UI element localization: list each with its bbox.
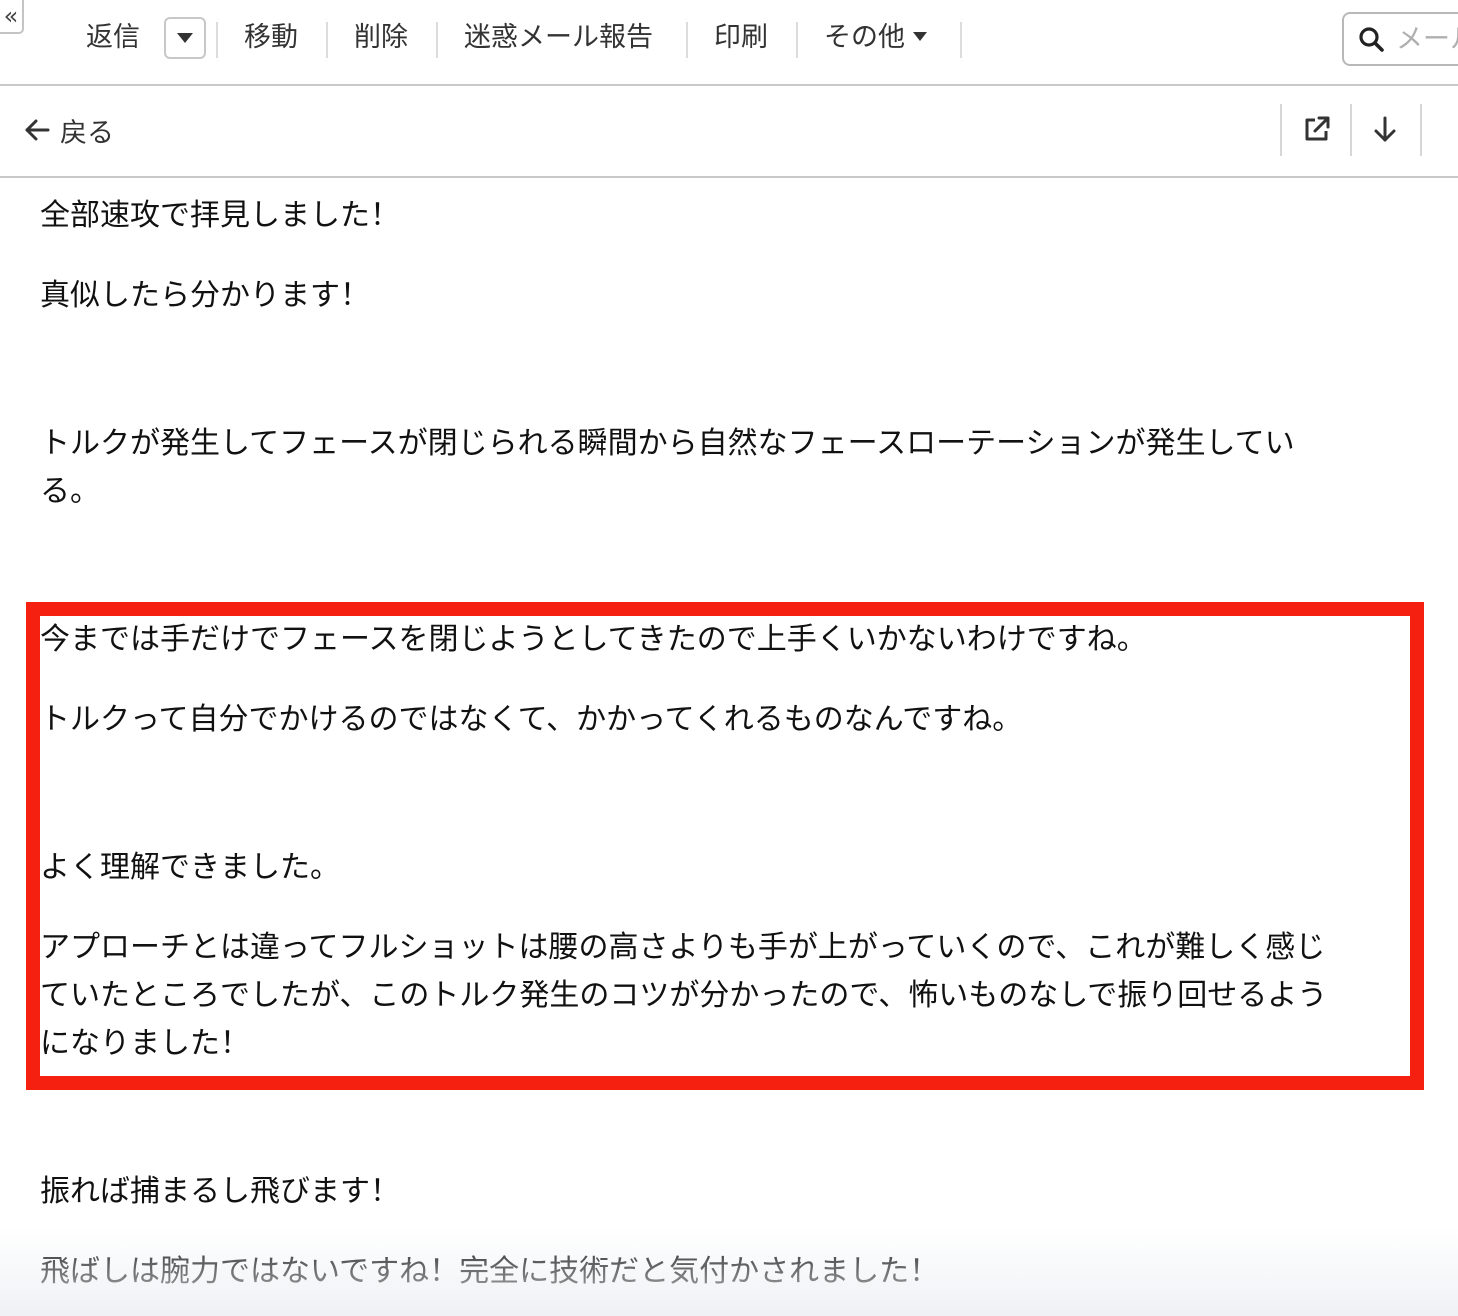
more-menu-button[interactable]: その他 (824, 18, 927, 58)
toolbar-divider (436, 22, 438, 58)
report-spam-button[interactable]: 迷惑メール報告 (464, 18, 653, 58)
toolbar-divider (1350, 104, 1352, 156)
delete-button[interactable]: 削除 (354, 18, 408, 58)
reply-options-dropdown[interactable] (164, 17, 206, 59)
caret-down-icon (177, 33, 193, 43)
collapse-sidebar-button[interactable]: « (0, 0, 24, 34)
body-line: 全部速攻で拝見しました！ (40, 198, 400, 233)
body-line: になりました！ (40, 1026, 250, 1061)
toolbar-divider (216, 22, 218, 58)
toolbar-divider (326, 22, 328, 58)
toolbar-divider (1280, 104, 1282, 156)
toolbar-divider (1420, 104, 1422, 156)
message-navigation-bar: 戻る (0, 86, 1458, 178)
print-button[interactable]: 印刷 (714, 18, 768, 58)
back-button[interactable]: 戻る (24, 110, 114, 150)
body-line: ていたところでしたが、このトルク発生のコツが分かったので、怖いものなしで振り回せ… (40, 978, 1328, 1013)
body-line: トルクって自分でかけるのではなくて、かかってくれるものなんですね。 (40, 702, 1023, 737)
arrow-down-icon (1371, 115, 1399, 143)
arrow-left-icon (24, 117, 50, 143)
body-line: アプローチとは違ってフルショットは腰の高さよりも手が上がっていくので、これが難し… (40, 930, 1326, 965)
body-line: る。 (40, 474, 100, 509)
back-label: 戻る (60, 117, 114, 149)
toolbar-divider (960, 22, 962, 58)
body-line: 飛ばしは腕力ではないですね！完全に技術だと気付かされました！ (40, 1254, 940, 1289)
body-line: 今までは手だけでフェースを閉じようとしてきたので上手くいかないわけですね。 (40, 622, 1147, 657)
search-input[interactable] (1394, 22, 1458, 56)
mail-viewer: « 返信 移動 削除 迷惑メール報告 印刷 その他 メール 戻る 全部速攻で拝見… (0, 0, 1458, 1316)
reply-button[interactable]: 返信 (86, 18, 140, 58)
caret-down-icon (913, 32, 927, 41)
double-chevron-left-icon: « (3, 2, 19, 30)
message-body: 全部速攻で拝見しました！ 真似したら分かります！ トルクが発生してフェースが閉じ… (0, 178, 1458, 1316)
toolbar-divider (686, 22, 688, 58)
next-message-button[interactable] (1368, 112, 1402, 146)
search-icon (1358, 26, 1384, 52)
body-line: 真似したら分かります！ (40, 278, 370, 313)
external-link-icon (1303, 115, 1331, 143)
mail-toolbar: « 返信 移動 削除 迷惑メール報告 印刷 その他 (0, 0, 1458, 86)
body-line: よく理解できました。 (40, 850, 340, 885)
toolbar-divider (796, 22, 798, 58)
mail-search-box[interactable] (1342, 12, 1458, 66)
more-menu-label: その他 (824, 22, 905, 53)
open-in-new-window-button[interactable] (1300, 112, 1334, 146)
move-button[interactable]: 移動 (244, 18, 298, 58)
body-line: 振れば捕まるし飛びます！ (40, 1174, 400, 1209)
body-line: トルクが発生してフェースが閉じられる瞬間から自然なフェースローテーションが発生し… (40, 426, 1295, 461)
